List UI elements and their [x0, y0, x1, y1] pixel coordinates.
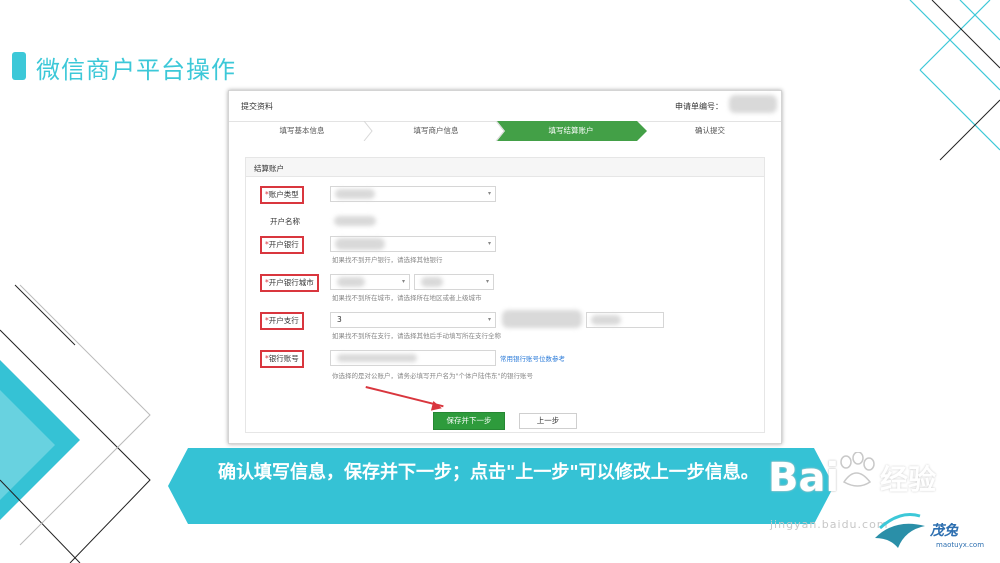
maotu-logo-text: 茂兔 [930, 523, 958, 539]
bank-province-select[interactable]: ▾ [330, 274, 410, 290]
step-3-active[interactable]: 填写结算账户 [505, 121, 637, 141]
chevron-down-icon: ▾ [485, 278, 489, 285]
settlement-account-panel: 结算账户 *账户类型 ▾ 开户名称 *开户银行 ▾ 如果找不到开户银行，请选择其… [245, 157, 765, 433]
chevron-down-icon: ▾ [487, 190, 491, 197]
step-progress-bar: 填写基本信息 填写商户信息 填写结算账户 确认提交 [237, 121, 773, 141]
account-type-value-blurred [335, 189, 375, 199]
panel-header: 结算账户 [246, 158, 764, 177]
branch-name-blurred [502, 310, 582, 328]
city-hint: 如果找不到所在城市，请选择所在地区或者上级城市 [332, 294, 482, 302]
branch-label-text: 开户支行 [268, 316, 299, 325]
account-number-label-text: 银行账号 [268, 354, 299, 363]
bank-city-label-text: 开户银行城市 [268, 278, 314, 287]
slide-title: 微信商户平台操作 [36, 56, 236, 84]
baidu-jingyan-watermark: 经验 [880, 463, 937, 496]
account-type-label-text: 账户类型 [268, 190, 299, 199]
submit-info-title: 提交资料 [241, 102, 273, 111]
baidu-watermark: Bai [768, 455, 840, 501]
account-number-value-blurred [337, 354, 417, 362]
branch-select[interactable]: 3 ▾ [330, 312, 496, 328]
previous-button[interactable]: 上一步 [519, 413, 577, 429]
application-number-blurred [729, 95, 777, 113]
step-active-arrow-icon [637, 121, 647, 141]
step-1[interactable]: 填写基本信息 [237, 121, 367, 141]
chevron-down-icon: ▾ [487, 240, 491, 247]
bank-hint: 如果找不到开户银行，请选择其他银行 [332, 256, 443, 264]
step-separator-icon [363, 121, 373, 141]
caption-text: 确认填写信息，保存并下一步；点击"上一步"可以修改上一步信息。 [218, 462, 759, 483]
province-value-blurred [337, 277, 365, 287]
account-name-label: 开户名称 [270, 217, 300, 226]
save-next-button[interactable]: 保存并下一步 [433, 412, 505, 430]
section-title: 结算账户 [254, 164, 284, 173]
application-number-label: 申请单编号： [675, 102, 723, 111]
bank-value-blurred [335, 238, 385, 250]
account-number-hint: 你选择的是对公账户，请务必填写开户名为"个体户陆伟东"的银行账号 [332, 372, 533, 380]
merchant-form-screenshot: 提交资料 申请单编号： 填写基本信息 填写商户信息 填写结算账户 确认提交 结算… [228, 90, 782, 444]
bank-label: *开户银行 [260, 236, 304, 254]
screenshot-header: 提交资料 申请单编号： [229, 91, 781, 122]
step-4[interactable]: 确认提交 [647, 121, 773, 141]
account-number-label: *银行账号 [260, 350, 304, 368]
branch-input-value-blurred [591, 315, 621, 325]
branch-label: *开户支行 [260, 312, 304, 330]
bank-city-select[interactable]: ▾ [414, 274, 494, 290]
step-active-notch [497, 121, 507, 141]
account-name-value-blurred [334, 216, 376, 226]
account-number-reference-link[interactable]: 常用银行账号位数参考 [500, 353, 565, 363]
chevron-down-icon: ▾ [487, 316, 491, 323]
bank-label-text: 开户银行 [268, 240, 299, 249]
branch-name-input[interactable] [586, 312, 664, 328]
step-2[interactable]: 填写商户信息 [373, 121, 499, 141]
bank-select[interactable]: ▾ [330, 236, 496, 252]
account-type-label: *账户类型 [260, 186, 304, 204]
baidu-paw-icon [840, 452, 875, 487]
city-value-blurred [421, 277, 443, 287]
branch-select-value: 3 [337, 315, 342, 324]
account-number-input[interactable] [330, 350, 496, 366]
maotu-logo-url: maotuyx.com [936, 541, 985, 549]
branch-hint: 如果找不到所在支行，请选择其他后手动填写所在支行全称 [332, 332, 501, 340]
account-type-select[interactable]: ▾ [330, 186, 496, 202]
title-accent-bar [12, 52, 26, 80]
maotu-logo-icon [875, 513, 925, 548]
bank-city-label: *开户银行城市 [260, 274, 319, 292]
chevron-down-icon: ▾ [401, 278, 405, 285]
